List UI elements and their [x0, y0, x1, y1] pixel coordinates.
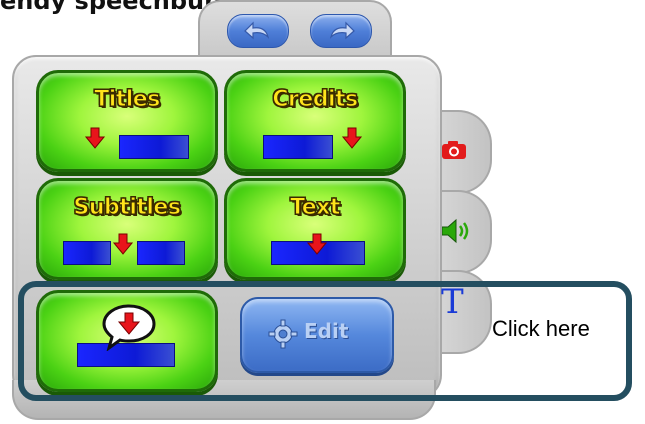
subtitles-bar-right [137, 241, 185, 265]
text-label: Text [290, 195, 341, 221]
subtitles-bar-left [63, 241, 111, 265]
subtitles-button[interactable]: Subtitles [36, 178, 218, 280]
redo-arrow-icon [329, 21, 355, 40]
undo-arrow-icon [244, 21, 270, 40]
camera-icon [442, 141, 466, 159]
down-arrow-icon [342, 127, 362, 149]
credits-label: Credits [272, 87, 359, 113]
undo-button[interactable] [227, 14, 289, 48]
text-button[interactable]: Text [224, 178, 406, 280]
click-here-label: Click here [492, 316, 590, 341]
down-arrow-icon [113, 233, 133, 255]
down-arrow-icon [85, 127, 105, 149]
redo-button[interactable] [310, 14, 372, 48]
titles-label: Titles [94, 87, 161, 113]
speaker-icon [441, 218, 469, 244]
titles-button[interactable]: Titles [36, 70, 218, 172]
credits-button[interactable]: Credits [224, 70, 406, 172]
title-bar [119, 135, 189, 159]
credits-bar [263, 135, 333, 159]
subtitles-label: Subtitles [73, 195, 181, 221]
down-arrow-icon [307, 233, 327, 255]
